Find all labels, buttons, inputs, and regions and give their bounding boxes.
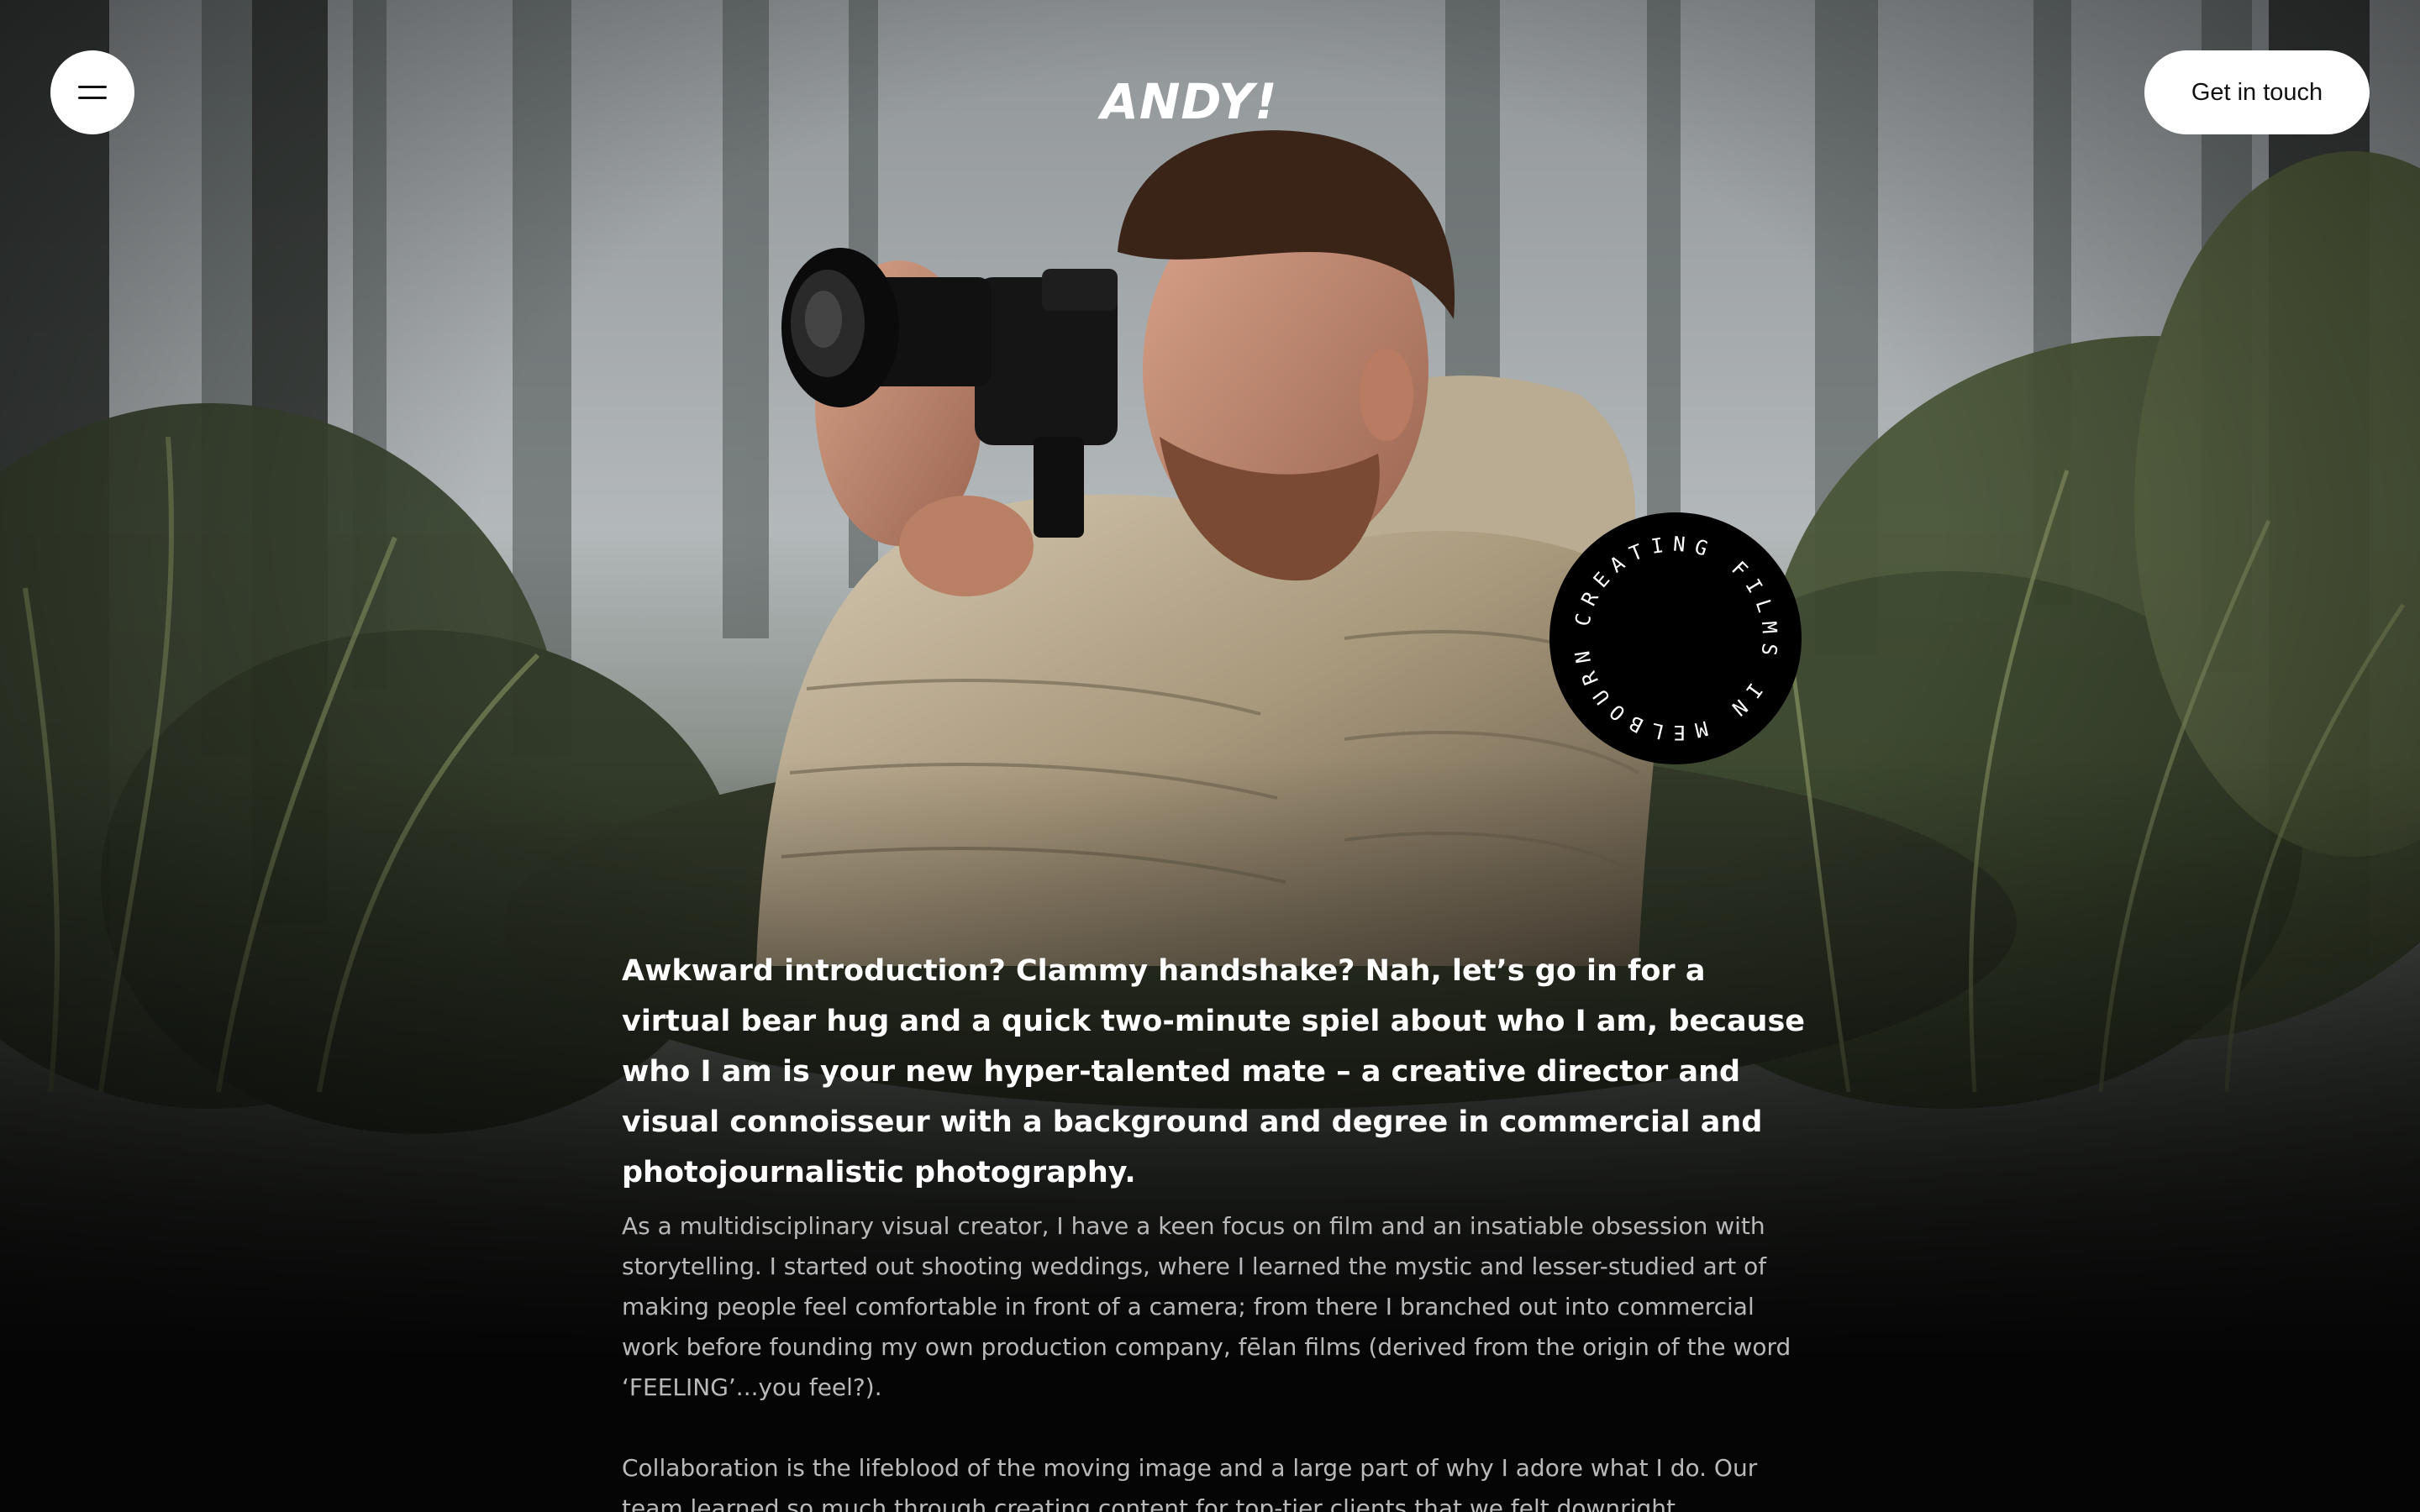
- menu-button[interactable]: [50, 50, 134, 134]
- body-paragraph: Collaboration is the lifeblood of the mo…: [622, 1454, 1758, 1512]
- intro-heading: Awkward introduction? Clammy handshake? …: [622, 954, 1806, 1189]
- body-paragraph: As a multidisciplinary visual creator, I…: [622, 1212, 1791, 1401]
- hamburger-menu-icon: [78, 86, 107, 99]
- site-logo[interactable]: ANDY!: [1101, 72, 1277, 131]
- about-page: ANDY! Get in touch CREATING FILMS IN MEL…: [0, 0, 2420, 1512]
- get-in-touch-button[interactable]: Get in touch: [2144, 50, 2370, 134]
- creating-films-badge: CREATING FILMS IN MELBOURNE -: [1549, 512, 1802, 764]
